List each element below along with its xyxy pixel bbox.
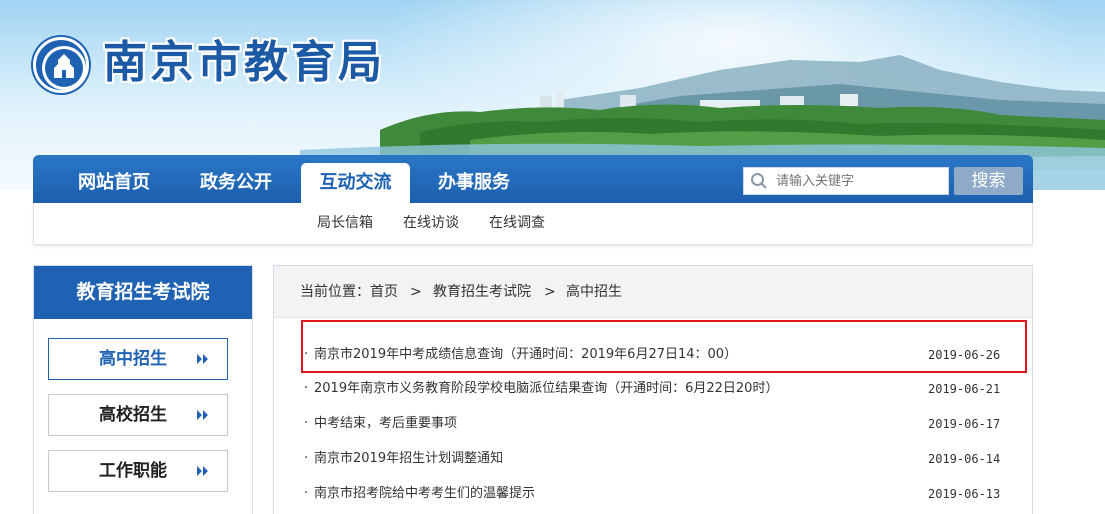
news-title[interactable]: 南京市2019年中考成绩信息查询（开通时间：2019年6月27日14：00） — [314, 344, 737, 366]
search-button[interactable]: 搜索 — [954, 167, 1023, 195]
search-input[interactable] — [776, 168, 944, 194]
news-list-item[interactable]: · 中考结束，考后重要事项 2019-06-17 — [304, 413, 1004, 435]
main-navigation: 网站首页 政务公开 互动交流 办事服务 搜索 — [33, 155, 1033, 203]
breadcrumb-link-exam-institute[interactable]: 教育招生考试院 — [433, 282, 531, 302]
sidebar-item-label: 工作职能 — [99, 461, 167, 481]
news-list-item[interactable]: · 南京市2019年中考成绩信息查询（开通时间：2019年6月27日14：00）… — [304, 344, 1004, 366]
sidebar-item-label: 高校招生 — [99, 405, 167, 425]
main-content: 当前位置： 首页 > 教育招生考试院 > 高中招生 · 南京市2019年中考成绩… — [273, 265, 1033, 514]
bullet-dot: · — [304, 416, 309, 431]
subnav-item-online-survey[interactable]: 在线调查 — [489, 213, 545, 233]
nav-item-home[interactable]: 网站首页 — [66, 163, 162, 203]
news-date: 2019-06-14 — [928, 452, 1001, 466]
nav-item-interaction[interactable]: 互动交流 — [301, 163, 410, 203]
breadcrumb-separator: > — [544, 284, 556, 300]
breadcrumb-prefix: 当前位置： — [300, 284, 370, 300]
news-date: 2019-06-17 — [928, 417, 1001, 431]
breadcrumb-separator: > — [410, 284, 422, 300]
site-title: 南京市教育局 — [103, 37, 385, 88]
double-chevron-right-icon — [197, 354, 208, 364]
news-list-item[interactable]: · 南京市2019年招生计划调整通知 2019-06-14 — [304, 448, 1004, 470]
news-date: 2019-06-26 — [928, 348, 1001, 362]
breadcrumb-link-home[interactable]: 首页 — [370, 282, 398, 302]
news-title[interactable]: 南京市2019年招生计划调整通知 — [314, 448, 503, 470]
news-list-item[interactable]: · 2019年南京市义务教育阶段学校电脑派位结果查询（开通时间：6月22日20时… — [304, 378, 1004, 400]
double-chevron-right-icon — [197, 410, 208, 420]
breadcrumb: 当前位置： 首页 > 教育招生考试院 > 高中招生 — [274, 266, 1032, 318]
sidebar-item-high-school-admission[interactable]: 高中招生 — [48, 338, 228, 380]
news-title[interactable]: 中考结束，考后重要事项 — [314, 413, 457, 435]
breadcrumb-link-high-school[interactable]: 高中招生 — [566, 282, 622, 302]
sidebar: 教育招生考试院 高中招生 高校招生 工作职能 — [33, 265, 253, 514]
bullet-dot: · — [304, 347, 309, 362]
nav-item-government-affairs[interactable]: 政务公开 — [188, 163, 284, 203]
bullet-dot: · — [304, 381, 309, 396]
news-date: 2019-06-21 — [928, 382, 1001, 396]
subnav-item-online-interview[interactable]: 在线访谈 — [403, 213, 459, 233]
sidebar-item-work-functions[interactable]: 工作职能 — [48, 450, 228, 492]
search-field — [743, 167, 949, 195]
double-chevron-right-icon — [197, 466, 208, 476]
sidebar-title: 教育招生考试院 — [34, 266, 252, 319]
sub-navigation: 局长信箱 在线访谈 在线调查 — [33, 203, 1033, 245]
news-title[interactable]: 2019年南京市义务教育阶段学校电脑派位结果查询（开通时间：6月22日20时） — [314, 378, 778, 400]
news-title[interactable]: 南京市招考院给中考考生们的温馨提示 — [314, 483, 535, 505]
nav-item-services[interactable]: 办事服务 — [426, 163, 522, 203]
search-icon — [751, 173, 767, 189]
bullet-dot: · — [304, 451, 309, 466]
sidebar-item-label: 高中招生 — [99, 349, 167, 369]
news-date: 2019-06-13 — [928, 487, 1001, 501]
subnav-item-director-mailbox[interactable]: 局长信箱 — [317, 213, 373, 233]
sidebar-item-college-admission[interactable]: 高校招生 — [48, 394, 228, 436]
news-list-item[interactable]: · 南京市招考院给中考考生们的温馨提示 2019-06-13 — [304, 483, 1004, 505]
bullet-dot: · — [304, 486, 309, 501]
bureau-emblem-logo — [33, 37, 89, 93]
